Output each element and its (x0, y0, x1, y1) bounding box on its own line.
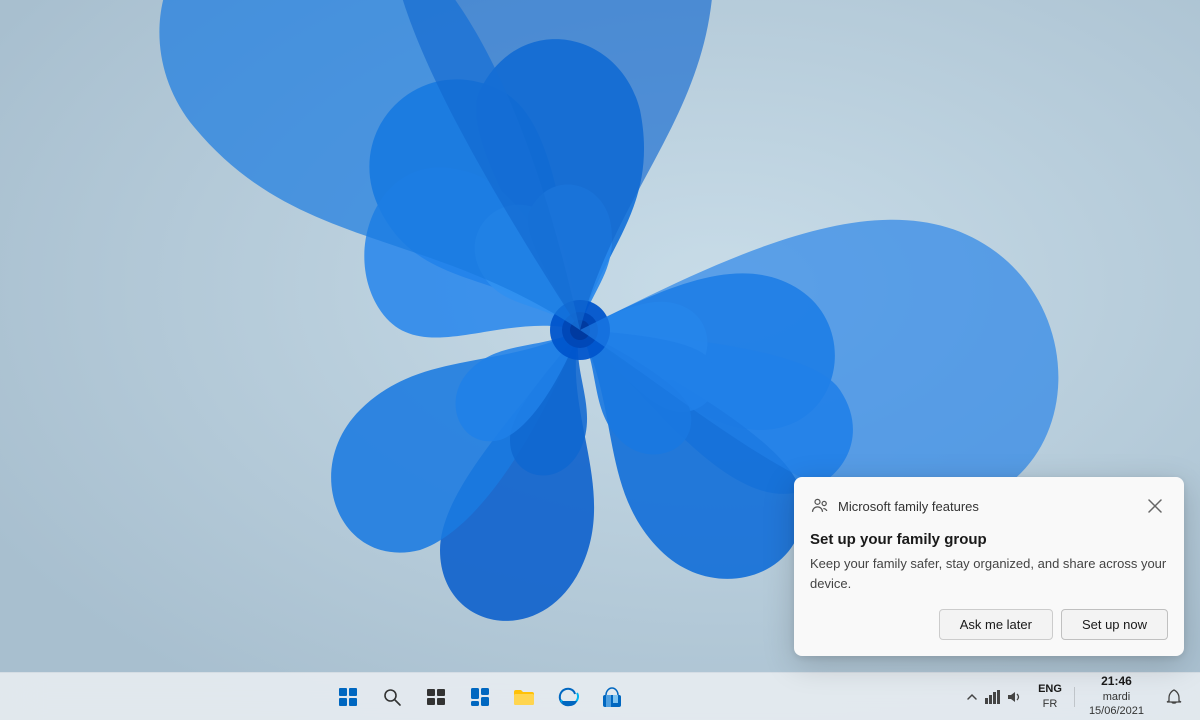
ask-later-button[interactable]: Ask me later (939, 609, 1053, 640)
locale-label: FR (1043, 697, 1058, 711)
network-icon (984, 689, 1000, 705)
toast-app-name: Microsoft family features (838, 499, 979, 514)
taskbar-center-icons (0, 677, 960, 717)
toast-header-left: Microsoft family features (810, 496, 979, 516)
language-area[interactable]: ENG FR (1032, 680, 1068, 713)
notification-center-button[interactable] (1156, 679, 1192, 715)
tray-icons[interactable] (960, 685, 1028, 709)
start-button[interactable] (328, 677, 368, 717)
notification-toast: Microsoft family features Set up your fa… (794, 477, 1184, 656)
volume-icon (1006, 689, 1022, 705)
task-view-button[interactable] (416, 677, 456, 717)
file-explorer-button[interactable] (504, 677, 544, 717)
taskbar: ENG FR 21:46 mardi 15/06/2021 (0, 672, 1200, 720)
taskbar-right: ENG FR 21:46 mardi 15/06/2021 (960, 670, 1200, 720)
store-button[interactable] (592, 677, 632, 717)
clock-date: 15/06/2021 (1089, 704, 1144, 718)
tray-separator (1074, 687, 1075, 707)
family-icon (810, 496, 830, 516)
toast-body: Keep your family safer, stay organized, … (810, 554, 1168, 593)
desktop: Microsoft family features Set up your fa… (0, 0, 1200, 720)
widgets-button[interactable] (460, 677, 500, 717)
setup-now-button[interactable]: Set up now (1061, 609, 1168, 640)
search-button[interactable] (372, 677, 412, 717)
edge-button[interactable] (548, 677, 588, 717)
clock-time: 21:46 (1101, 674, 1132, 690)
clock-area[interactable]: 21:46 mardi 15/06/2021 (1081, 670, 1152, 720)
toast-close-button[interactable] (1142, 493, 1168, 519)
clock-day: mardi (1103, 690, 1131, 704)
toast-title: Set up your family group (810, 531, 1168, 548)
language-label: ENG (1038, 682, 1062, 696)
toast-header: Microsoft family features (810, 493, 1168, 519)
toast-actions: Ask me later Set up now (810, 609, 1168, 640)
chevron-up-icon (966, 691, 978, 703)
